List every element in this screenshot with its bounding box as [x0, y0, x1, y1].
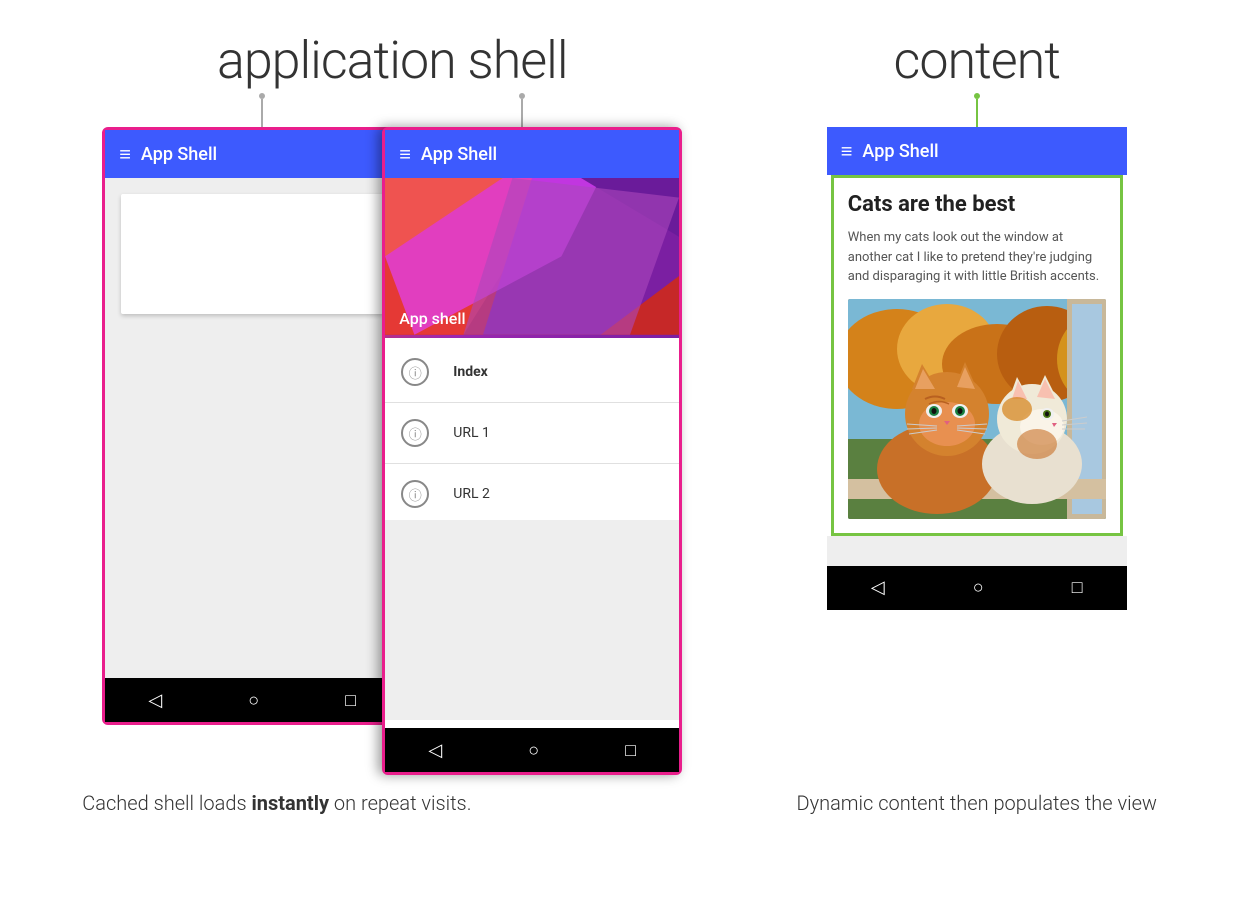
phone-1: ≡ App Shell ◁ ○ □ [102, 127, 402, 725]
content-text: When my cats look out the window at anot… [848, 228, 1106, 287]
phone-body-1 [105, 178, 399, 678]
drawer-item-label-2: URL 2 [453, 486, 490, 502]
annotation-line-1 [261, 99, 263, 127]
caption-left: Cached shell loads instantly on repeat v… [72, 791, 712, 815]
info-icon-0: ⓘ [401, 358, 429, 386]
app-bar-2: ≡ App Shell [385, 130, 679, 178]
drawer-list: ⓘ Index ⓘ URL 1 ⓘ URL 2 [385, 338, 679, 728]
app-bar-title-2: App Shell [421, 144, 497, 165]
content-green-border: Cats are the best When my cats look out … [831, 175, 1123, 536]
divider-1 [385, 402, 679, 403]
hamburger-icon-3: ≡ [841, 139, 851, 164]
nav-bar-1: ◁ ○ □ [105, 678, 399, 722]
annotation-line-2 [521, 99, 523, 127]
drawer-header: App shell [385, 178, 679, 338]
application-shell-label: application shell [217, 30, 568, 91]
home-icon-3[interactable]: ○ [973, 577, 984, 598]
hamburger-icon-1: ≡ [119, 142, 129, 167]
phone-2: ≡ App Shell App shell [382, 127, 682, 775]
drawer-header-title: App shell [399, 309, 465, 328]
cat-image [848, 299, 1106, 519]
app-bar-title-3: App Shell [862, 141, 938, 162]
back-icon-3[interactable]: ◁ [871, 577, 885, 598]
back-icon-2[interactable]: ◁ [428, 740, 442, 761]
recent-icon-2[interactable]: □ [625, 740, 636, 761]
recent-icon-1[interactable]: □ [345, 690, 356, 711]
drawer-item-label-0: Index [453, 364, 488, 380]
app-bar-1: ≡ App Shell [105, 130, 399, 178]
home-icon-2[interactable]: ○ [528, 740, 539, 761]
caption-right: Dynamic content then populates the view [777, 791, 1177, 815]
info-icon-1: ⓘ [401, 419, 429, 447]
nav-bar-3: ◁ ○ □ [827, 566, 1127, 610]
back-icon-1[interactable]: ◁ [148, 690, 162, 711]
cat-illustration [848, 299, 1106, 519]
drawer-item-2[interactable]: ⓘ URL 2 [385, 468, 679, 520]
home-icon-1[interactable]: ○ [248, 690, 259, 711]
divider-2 [385, 463, 679, 464]
drawer-item-label-1: URL 1 [453, 425, 490, 441]
phone-3: ≡ App Shell Cats are the best When my ca… [827, 127, 1127, 610]
recent-icon-3[interactable]: □ [1072, 577, 1083, 598]
drawer-item-1[interactable]: ⓘ URL 1 [385, 407, 679, 459]
app-bar-3: ≡ App Shell [827, 127, 1127, 175]
content-label: content [894, 30, 1061, 91]
app-bar-title-1: App Shell [141, 144, 217, 165]
drawer-item-0[interactable]: ⓘ Index [385, 346, 679, 398]
hamburger-icon-2: ≡ [399, 142, 409, 167]
content-title: Cats are the best [848, 192, 1106, 218]
info-icon-2: ⓘ [401, 480, 429, 508]
content-card-placeholder [121, 194, 383, 314]
nav-bar-2: ◁ ○ □ [385, 728, 679, 772]
annotation-line-3 [976, 99, 978, 127]
